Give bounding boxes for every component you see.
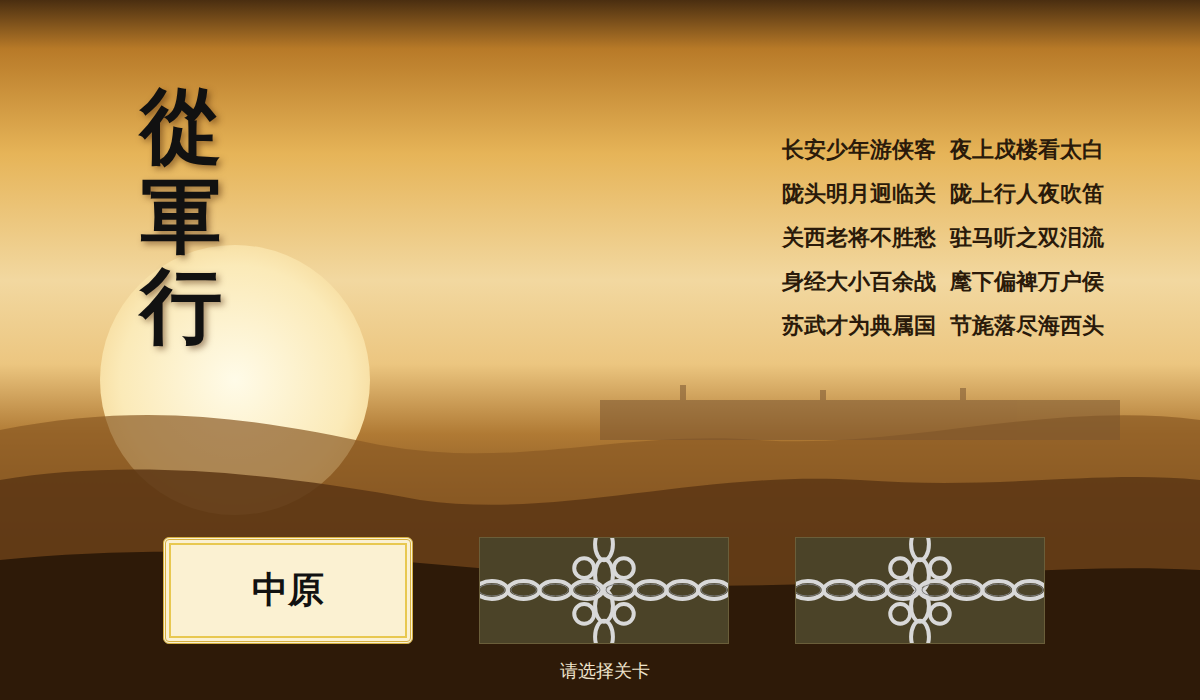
- poem-verse: 麾下偏裨万户侯: [950, 266, 1104, 296]
- poem-line: 关西老将不胜愁驻马听之双泪流: [782, 222, 1104, 252]
- poem-line: 陇头明月迥临关陇上行人夜吹笛: [782, 178, 1104, 208]
- poem-verse: 陇头明月迥临关: [782, 178, 936, 208]
- poem: 长安少年游侠客夜上戍楼看太白陇头明月迥临关陇上行人夜吹笛关西老将不胜愁驻马听之双…: [782, 134, 1104, 537]
- chain-lock-icon: [480, 538, 728, 643]
- poem-verse: 苏武才为典属国: [782, 310, 936, 340]
- poem-verse: 身经大小百余战: [782, 266, 936, 296]
- poem-line: 苏武才为典属国节旄落尽海西头: [782, 310, 1104, 340]
- level-list: 中原: [0, 537, 1047, 644]
- level-card[interactable]: [479, 537, 729, 644]
- poem-verse: 陇上行人夜吹笛: [950, 178, 1104, 208]
- poem-verse: 关西老将不胜愁: [782, 222, 936, 252]
- top-area: 從軍行长安少年游侠客夜上戍楼看太白陇头明月迥临关陇上行人夜吹笛关西老将不胜愁驻马…: [0, 0, 1200, 537]
- poem-verse: 夜上戍楼看太白: [950, 134, 1104, 164]
- poem-line: 长安少年游侠客夜上戍楼看太白: [782, 134, 1104, 164]
- poem-verse: 驻马听之双泪流: [950, 222, 1104, 252]
- hint-text: 请选择关卡: [0, 658, 1047, 684]
- level-card[interactable]: [795, 537, 1045, 644]
- level-select-screen: 從軍行长安少年游侠客夜上戍楼看太白陇头明月迥临关陇上行人夜吹笛关西老将不胜愁驻马…: [0, 0, 1200, 700]
- level-card[interactable]: 中原: [163, 537, 413, 644]
- poem-verse: 长安少年游侠客: [782, 134, 936, 164]
- poem-line: 身经大小百余战麾下偏裨万户侯: [782, 266, 1104, 296]
- chain-lock-icon: [796, 538, 1044, 643]
- level-name: 中原: [236, 558, 340, 623]
- game-title: 從軍行: [140, 80, 222, 537]
- poem-verse: 节旄落尽海西头: [950, 310, 1104, 340]
